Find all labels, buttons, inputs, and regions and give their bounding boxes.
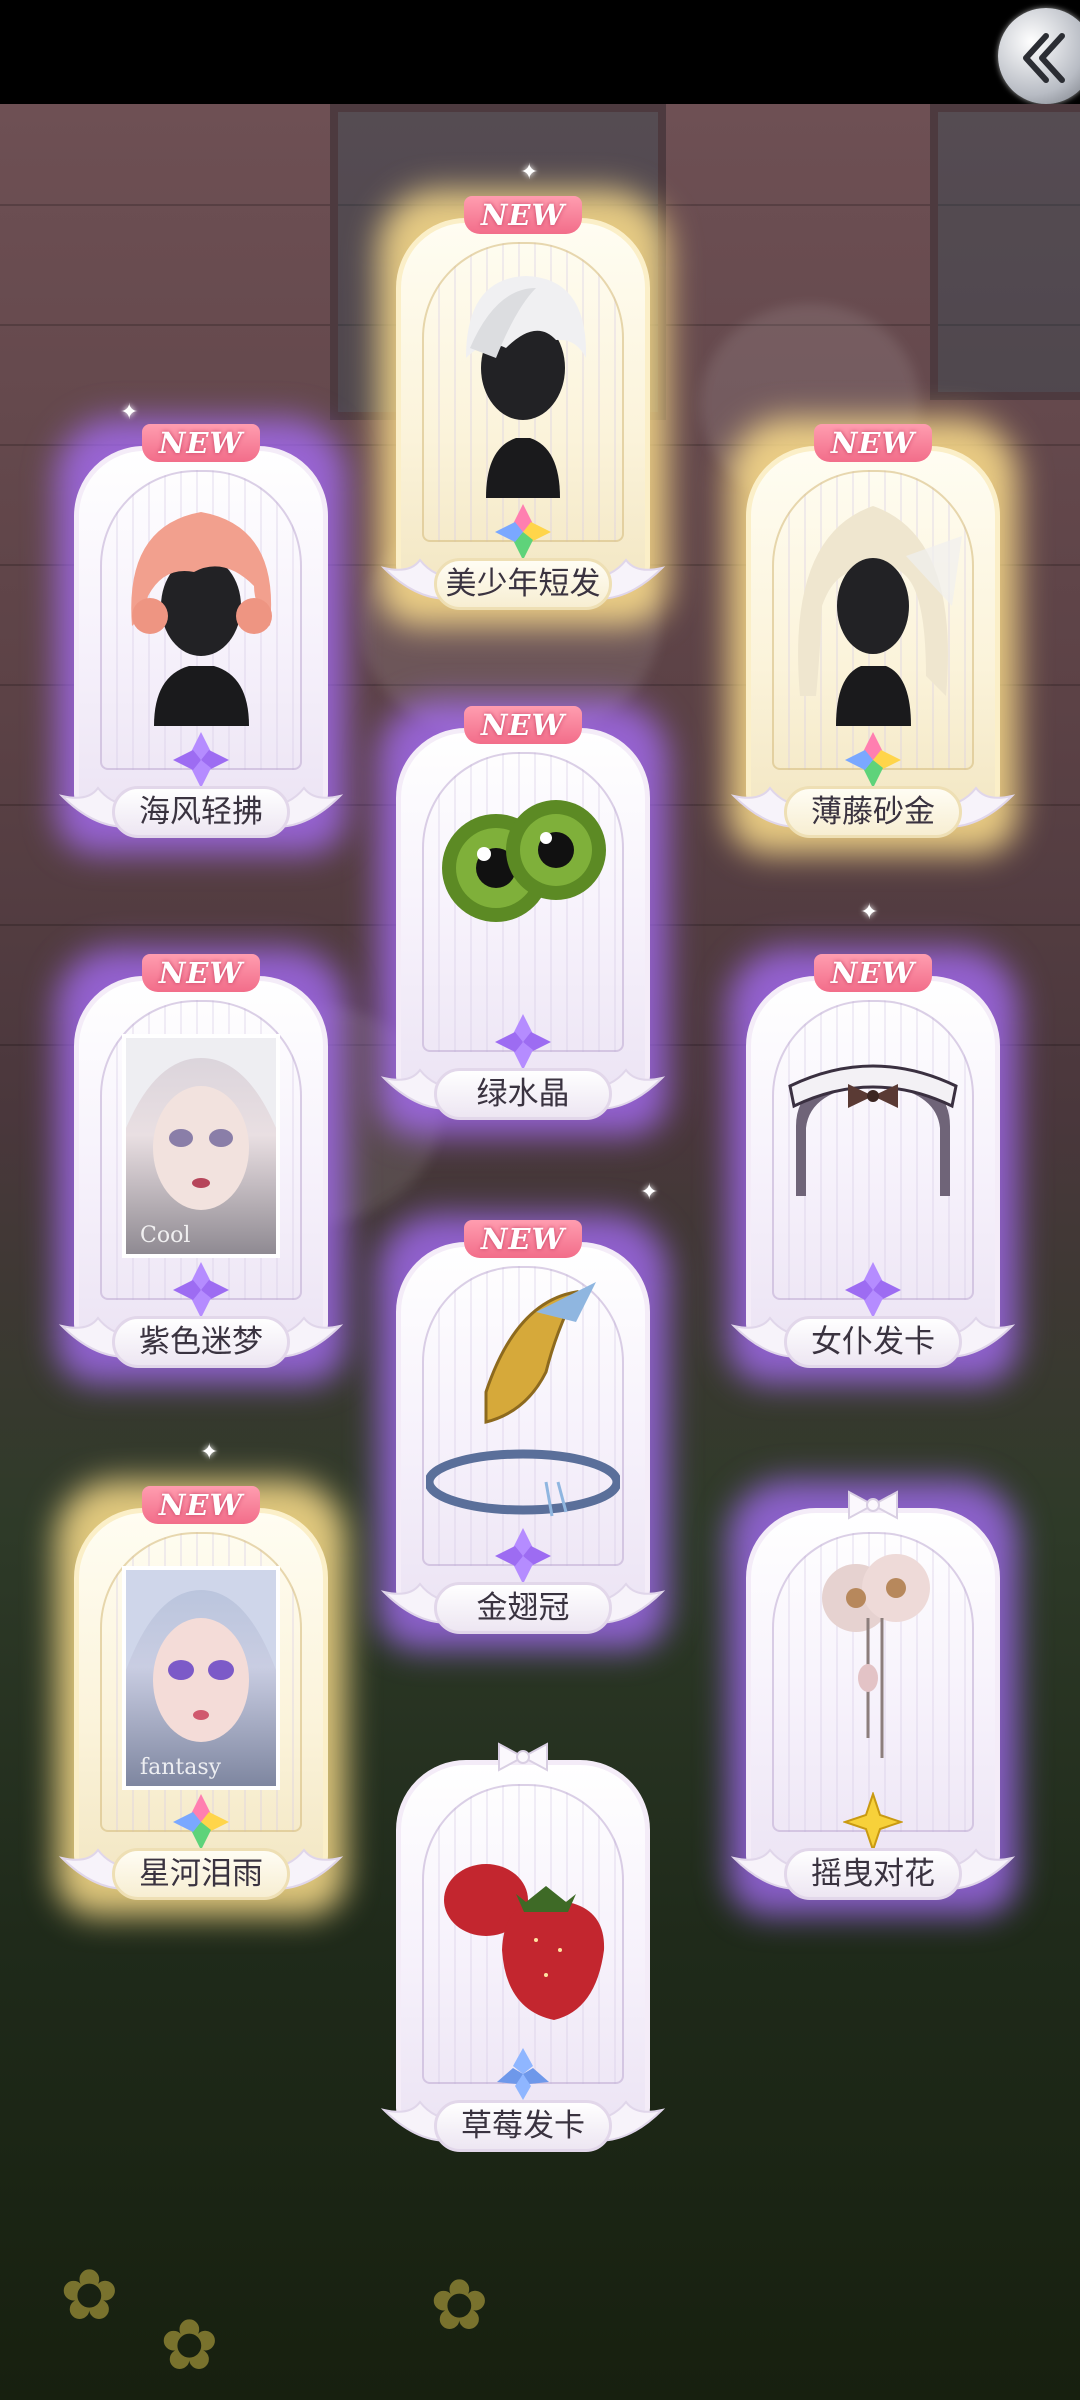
- top-bar: [0, 0, 1080, 104]
- item-name-label: 金翅冠: [434, 1582, 612, 1634]
- sparkle-icon: ✦: [640, 1180, 659, 1205]
- item-name-label: 美少年短发: [434, 558, 612, 610]
- purple-gem-icon: [173, 732, 229, 788]
- new-badge: NEW: [814, 424, 932, 462]
- reward-card-purple-dream-makeup[interactable]: Cool NEW 紫色迷梦: [56, 948, 346, 1384]
- sparkle-icon: ✦: [200, 1440, 219, 1465]
- new-badge: NEW: [464, 706, 582, 744]
- reward-card-maid-headband[interactable]: NEW 女仆发卡: [728, 948, 1018, 1384]
- item-name-label: 绿水晶: [434, 1068, 612, 1120]
- new-badge: NEW: [814, 954, 932, 992]
- reward-card-galaxy-tears-makeup[interactable]: fantasy NEW 星河泪雨: [56, 1480, 346, 1916]
- sparkle-icon: ✦: [520, 160, 539, 185]
- flower-hairpin-image: [822, 1554, 930, 1758]
- new-badge: NEW: [142, 954, 260, 992]
- new-badge: NEW: [142, 424, 260, 462]
- maid-headband-image: [788, 1064, 958, 1196]
- pink-curly-hair-image: [131, 512, 272, 726]
- new-badge: NEW: [464, 196, 582, 234]
- back-button[interactable]: [998, 8, 1080, 104]
- item-name-label: 草莓发卡: [434, 2100, 612, 2152]
- photo-caption: Cool: [140, 1223, 191, 1248]
- item-name-label: 星河泪雨: [112, 1848, 290, 1900]
- item-name-label: 紫色迷梦: [112, 1316, 290, 1368]
- reward-card-swaying-flower-pin[interactable]: 摇曳对花: [728, 1480, 1018, 1916]
- purple-gem-icon: [173, 1262, 229, 1318]
- purple-gem-icon: [845, 1262, 901, 1318]
- bow-icon: [848, 1490, 898, 1520]
- reward-card-strawberry-clip[interactable]: 草莓发卡: [380, 1742, 666, 2154]
- blue-gem-icon: [497, 2048, 549, 2100]
- back-chevron-icon: [1023, 33, 1065, 83]
- new-badge: NEW: [464, 1220, 582, 1258]
- rainbow-gem-icon: [173, 1794, 229, 1850]
- bow-icon: [498, 1742, 548, 1772]
- reward-card-short-hair[interactable]: NEW 美少年短发: [378, 190, 668, 626]
- reward-card-golden-wing-crown[interactable]: NEW 金翅冠: [378, 1214, 668, 1650]
- white-short-hair-image: [466, 276, 587, 498]
- sparkle-icon: ✦: [120, 400, 139, 425]
- rainbow-gem-icon: [495, 504, 551, 560]
- purple-gem-icon: [495, 1014, 551, 1070]
- green-eyes-image: [442, 800, 606, 922]
- strawberry-clip-image: [444, 1864, 605, 2020]
- purple-gem-icon: [495, 1528, 551, 1584]
- item-name-label: 摇曳对花: [784, 1848, 962, 1900]
- golden-crown-image: [426, 1282, 620, 1517]
- item-name-label: 女仆发卡: [784, 1316, 962, 1368]
- reward-card-green-crystal-eyes[interactable]: NEW 绿水晶: [378, 700, 668, 1136]
- photo-caption: fantasy: [140, 1755, 222, 1780]
- rainbow-gem-icon: [845, 732, 901, 788]
- sparkle-icon: ✦: [860, 900, 879, 925]
- makeup-portrait-photo: Cool: [122, 1034, 280, 1258]
- item-name-label: 薄藤砂金: [784, 786, 962, 838]
- yellow-gem-icon: [843, 1792, 903, 1852]
- blonde-long-hair-image: [798, 506, 962, 726]
- item-name-label: 海风轻拂: [112, 786, 290, 838]
- reward-card-wisteria-gold-hair[interactable]: NEW 薄藤砂金: [728, 418, 1018, 854]
- reward-card-sea-breeze-hair[interactable]: NEW 海风轻拂: [56, 418, 346, 854]
- makeup-portrait-photo: fantasy: [122, 1566, 280, 1790]
- new-badge: NEW: [142, 1486, 260, 1524]
